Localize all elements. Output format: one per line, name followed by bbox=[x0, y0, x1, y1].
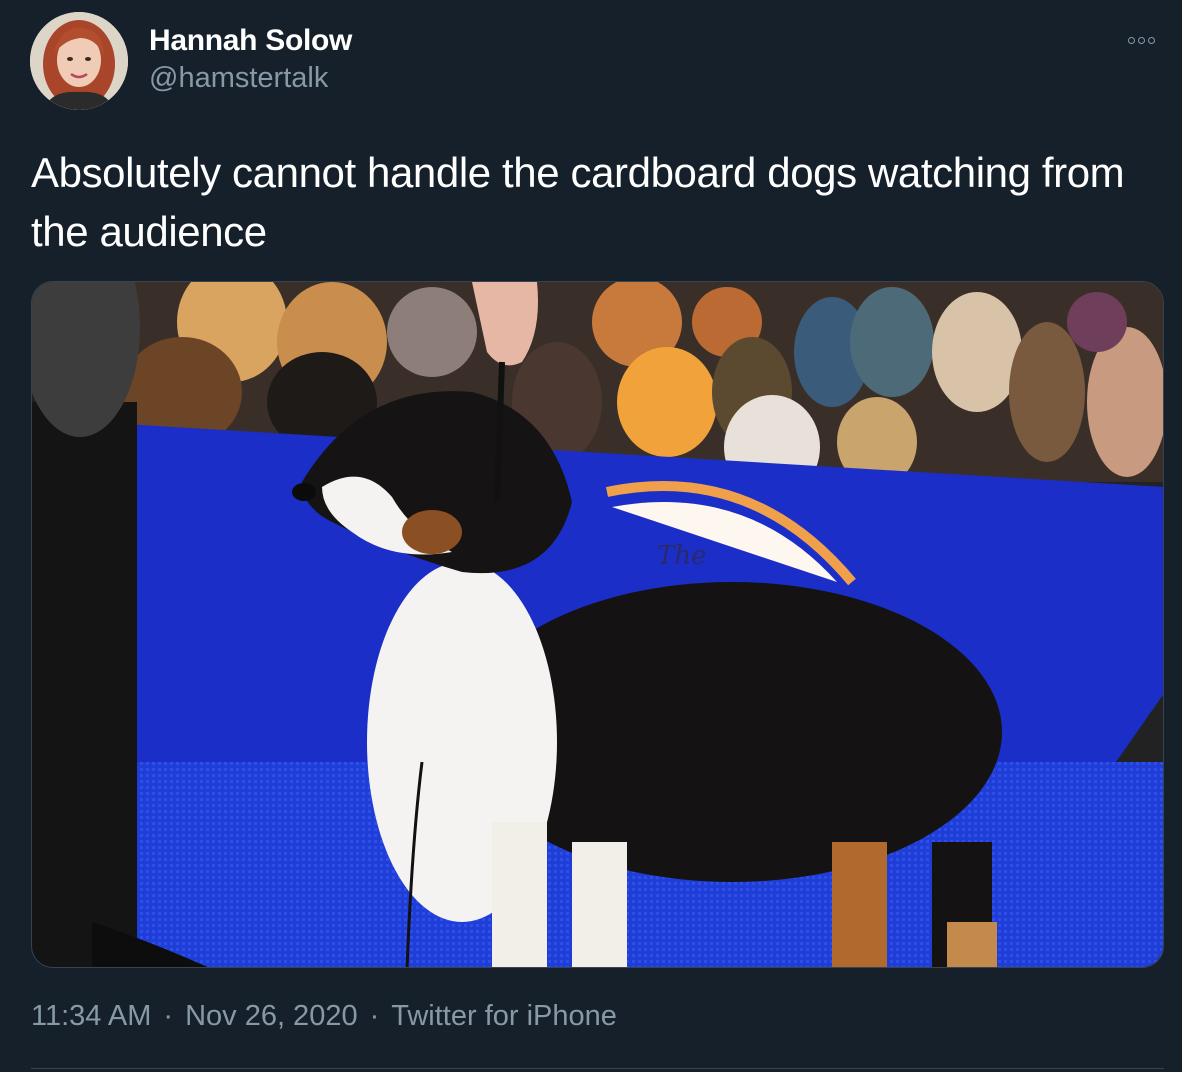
tweet-media[interactable]: The bbox=[31, 281, 1164, 968]
author-handle[interactable]: @hamstertalk bbox=[149, 62, 328, 95]
separator: · bbox=[163, 1000, 174, 1032]
banner-text: The bbox=[657, 541, 706, 571]
avatar[interactable] bbox=[30, 12, 128, 110]
tweet-source[interactable]: Twitter for iPhone bbox=[391, 1000, 617, 1033]
dot-icon bbox=[1148, 36, 1155, 44]
dot-icon bbox=[1138, 36, 1145, 44]
author-name[interactable]: Hannah Solow bbox=[149, 24, 352, 58]
tweet-text: Absolutely cannot handle the cardboard d… bbox=[31, 149, 1125, 255]
separator: · bbox=[369, 1000, 380, 1032]
dot-icon bbox=[1128, 36, 1135, 44]
tweet-card: Hannah Solow @hamstertalk Absolutely can… bbox=[0, 0, 1182, 1072]
divider bbox=[31, 1068, 1164, 1069]
tweet-date[interactable]: Nov 26, 2020 bbox=[185, 1000, 358, 1033]
media-image: The bbox=[32, 282, 1163, 967]
tweet-meta: 11:34 AM · Nov 26, 2020 · Twitter for iPhone bbox=[31, 1000, 617, 1033]
tweet-time[interactable]: 11:34 AM bbox=[31, 1000, 151, 1033]
avatar-image bbox=[30, 12, 128, 110]
more-options-icon[interactable] bbox=[1128, 30, 1168, 50]
